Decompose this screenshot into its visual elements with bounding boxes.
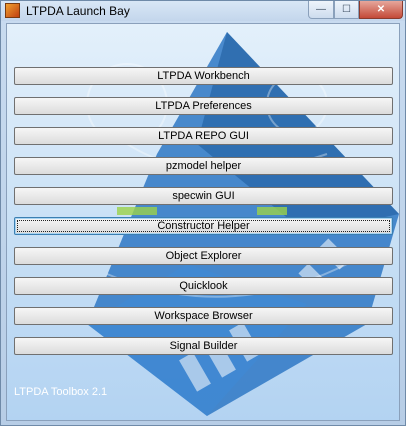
signal-builder-label: Signal Builder bbox=[169, 340, 238, 352]
window-controls: — ☐ ✕ bbox=[308, 1, 403, 19]
object-explorer-label: Object Explorer bbox=[165, 250, 242, 262]
pzmodel-helper-button[interactable]: pzmodel helper bbox=[14, 157, 393, 175]
ltpda-preferences-label: LTPDA Preferences bbox=[155, 100, 252, 112]
constructor-helper-label: Constructor Helper bbox=[157, 220, 250, 232]
ltpda-preferences-button[interactable]: LTPDA Preferences bbox=[14, 97, 393, 115]
toolbox-version: LTPDA Toolbox 2.1 bbox=[14, 386, 108, 398]
close-icon: ✕ bbox=[376, 4, 386, 15]
signal-builder-button[interactable]: Signal Builder bbox=[14, 337, 393, 355]
workspace-browser-label: Workspace Browser bbox=[154, 310, 253, 322]
matlab-icon[interactable] bbox=[5, 3, 20, 18]
object-explorer-button[interactable]: Object Explorer bbox=[14, 247, 393, 265]
maximize-icon: ☐ bbox=[342, 4, 351, 15]
quicklook-label: Quicklook bbox=[179, 280, 228, 292]
specwin-gui-button[interactable]: specwin GUI bbox=[14, 187, 393, 205]
workspace-browser-button[interactable]: Workspace Browser bbox=[14, 307, 393, 325]
title-bar[interactable]: LTPDA Launch Bay — ☐ ✕ bbox=[1, 1, 405, 21]
quicklook-button[interactable]: Quicklook bbox=[14, 277, 393, 295]
ltpda-workbench-label: LTPDA Workbench bbox=[157, 70, 250, 82]
launch-bay-window: LTPDA Launch Bay — ☐ ✕ LTPDA Workbench L… bbox=[0, 0, 406, 426]
minimize-button[interactable]: — bbox=[308, 1, 334, 19]
constructor-helper-button[interactable]: Constructor Helper bbox=[14, 217, 393, 235]
window-title: LTPDA Launch Bay bbox=[26, 4, 130, 18]
specwin-gui-label: specwin GUI bbox=[172, 190, 235, 202]
launch-panel: LTPDA Workbench LTPDA Preferences LTPDA RE… bbox=[6, 23, 400, 421]
ltpda-workbench-button[interactable]: LTPDA Workbench bbox=[14, 67, 393, 85]
pzmodel-helper-label: pzmodel helper bbox=[165, 160, 242, 172]
minimize-icon: — bbox=[316, 4, 326, 15]
close-button[interactable]: ✕ bbox=[359, 1, 403, 19]
ltpda-repo-gui-button[interactable]: LTPDA REPO GUI bbox=[14, 127, 393, 145]
ltpda-repo-gui-label: LTPDA REPO GUI bbox=[158, 130, 249, 142]
maximize-button[interactable]: ☐ bbox=[334, 1, 359, 19]
